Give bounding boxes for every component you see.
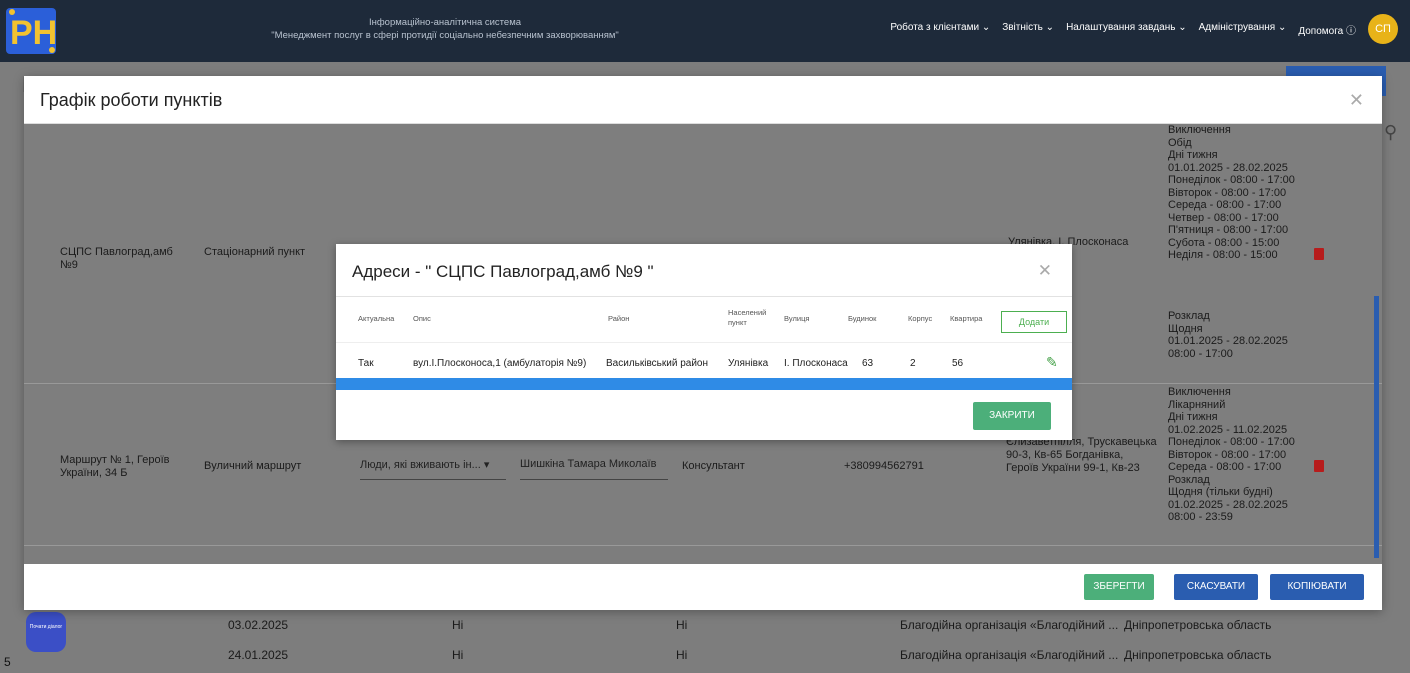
svg-text:PH: PH <box>10 14 57 52</box>
schedule-list: Виключення Лікарняний Дні тижня 01.02.20… <box>1168 386 1295 523</box>
schedule-modal-footer: ЗБЕРЕГТИ СКАСУВАТИ КОПІЮВАТИ <box>24 564 1382 610</box>
column-header: Опис <box>413 314 431 323</box>
search-icon: ⚲ <box>1384 122 1398 142</box>
trash-icon[interactable] <box>1314 248 1324 260</box>
scrollbar[interactable] <box>1374 296 1379 558</box>
menu-administration[interactable]: Адміністрування ⌄ <box>1199 22 1287 37</box>
menu-clients[interactable]: Робота з клієнтами ⌄ <box>890 22 990 37</box>
chat-bubble-button[interactable]: Почати діалог <box>26 612 66 652</box>
schedule-top: Виключення Обід Дні тижня 01.01.2025 - 2… <box>1168 124 1295 261</box>
close-button[interactable]: ЗАКРИТИ <box>973 402 1051 430</box>
schedule-modal-title: Графік роботи пунктів <box>40 90 223 110</box>
table-cell: Васильківський район <box>606 358 708 369</box>
column-header: Квартира <box>950 314 983 323</box>
column-header: Актуальна <box>358 314 395 323</box>
divider <box>336 296 1072 297</box>
app-logo[interactable]: PH <box>4 4 60 58</box>
table-cell: 2 <box>910 358 916 369</box>
addresses-modal: Адреси - " СЦПС Павлоград,амб №9 " ✕ Акт… <box>336 244 1072 440</box>
copy-button[interactable]: КОПІЮВАТИ <box>1270 574 1364 600</box>
close-icon[interactable]: ✕ <box>1349 90 1364 111</box>
table-cell: Так <box>358 358 374 369</box>
menu-help[interactable]: Допомога ⓘ <box>1298 22 1356 37</box>
close-icon[interactable]: ✕ <box>1038 261 1052 281</box>
menu-task-settings[interactable]: Налаштування завдань ⌄ <box>1066 22 1187 37</box>
schedule-modal-header: Графік роботи пунктів ✕ <box>24 76 1382 124</box>
employee-field[interactable]: Шишкіна Тамара Миколаїв <box>520 458 668 480</box>
row-number: 5 <box>4 655 11 669</box>
horizontal-scrollbar[interactable] <box>336 378 1072 390</box>
table-cell: 63 <box>862 358 874 369</box>
schedule-bottom: Розклад Щодня 01.01.2025 - 28.02.2025 08… <box>1168 310 1288 360</box>
table-cell: вул.І.Плосконоса,1 (амбулаторія №9) <box>413 358 587 369</box>
table-cell: І. Плосконаса <box>784 358 848 369</box>
addresses-modal-title: Адреси - " СЦПС Павлоград,амб №9 " <box>352 262 654 281</box>
table-row: 03.02.2025 Ні Ні Благодійна організація … <box>228 618 1272 632</box>
main-menu: Робота з клієнтами ⌄ Звітність ⌄ Налашту… <box>890 22 1356 37</box>
add-address-button[interactable]: Додати <box>1001 311 1067 333</box>
table-row: 24.01.2025 Ні Ні Благодійна організація … <box>228 648 1272 662</box>
save-button[interactable]: ЗБЕРЕГТИ <box>1084 574 1154 600</box>
divider <box>336 342 1072 343</box>
table-cell: Улянівка <box>728 358 769 369</box>
menu-reports[interactable]: Звітність ⌄ <box>1002 22 1054 37</box>
edit-pencil-icon[interactable]: ✎ <box>1046 354 1058 371</box>
column-header: Район <box>608 314 630 323</box>
top-navbar: PH Інформаційно-аналітична система "Мене… <box>0 0 1410 62</box>
column-header: Населений пункт <box>728 308 767 327</box>
cancel-button[interactable]: СКАСУВАТИ <box>1174 574 1258 600</box>
column-header: Корпус <box>908 314 933 323</box>
system-title: Інформаційно-аналітична система "Менеджм… <box>271 17 619 41</box>
table-cell: 56 <box>952 358 964 369</box>
column-header: Вулиця <box>784 314 810 323</box>
target-group-select[interactable]: Люди, які вживають ін... ▾ <box>360 458 506 480</box>
trash-icon[interactable] <box>1314 460 1324 472</box>
avatar[interactable]: СП <box>1368 14 1398 44</box>
column-header: Будинок <box>848 314 877 323</box>
